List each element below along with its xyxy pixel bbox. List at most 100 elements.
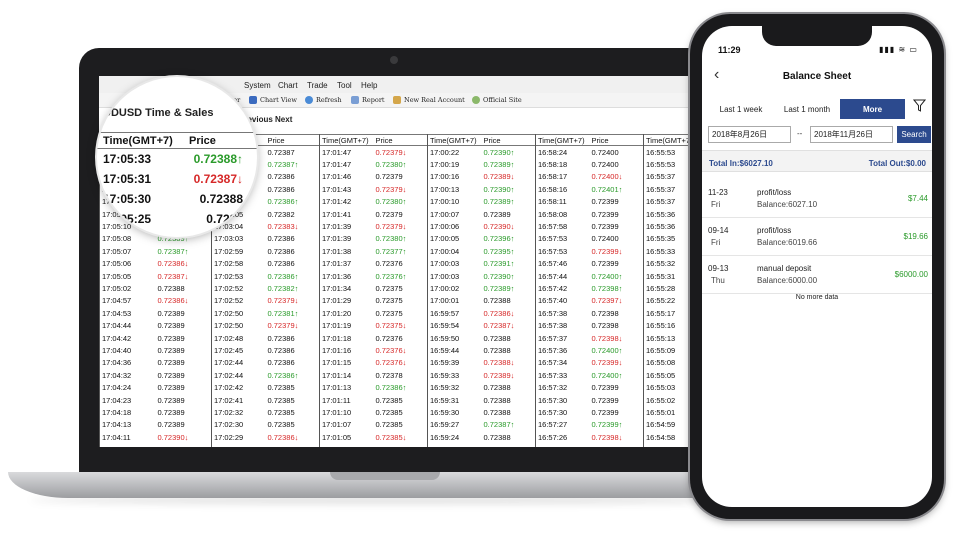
cell-price: 0.72380↑: [374, 197, 428, 206]
cell-price: 0.72386: [266, 172, 320, 181]
menu-system[interactable]: System: [244, 81, 271, 90]
cell-price: 0.72400↑: [590, 346, 644, 355]
price-value: 0.72388: [483, 383, 511, 393]
cell-time: 16:55:32: [646, 259, 676, 269]
date-from-input[interactable]: 2018年8月26日: [708, 126, 791, 143]
price-value: 0.72388: [483, 395, 511, 405]
price-value: 0.72387: [483, 420, 511, 430]
entry-balance: Balance:6027.10: [757, 200, 818, 209]
cell-time: 16:55:17: [646, 308, 676, 318]
table-row: 17:00:13 0.72390↑: [428, 183, 535, 195]
price-value: 0.72390: [483, 222, 511, 232]
price-value: 0.72380: [375, 197, 403, 207]
arrow-up-icon: ↑: [510, 197, 515, 207]
cell-price: 0.72397↓: [590, 296, 644, 305]
price-value: 0.72385: [267, 395, 295, 405]
cell-time: 16:55:37: [646, 197, 676, 207]
arrow-down-icon: ↓: [294, 296, 299, 306]
cell-price: 0.72400: [590, 234, 644, 243]
cell-price: 0.72386↑: [374, 383, 428, 392]
new-account-label: New Real Account: [404, 96, 465, 104]
official-site-button[interactable]: Official Site: [472, 96, 522, 104]
arrow-down-icon: ↓: [618, 358, 623, 368]
table-row: 17:04:44 0.72389: [100, 319, 211, 331]
table-row: 17:02:48 0.72386: [212, 332, 319, 344]
table-row: 17:05:05 0.72387↓: [100, 270, 211, 282]
price-value: 0.72383: [267, 222, 295, 232]
arrow-up-icon: ↑: [618, 184, 623, 194]
price-value: 0.72390: [157, 432, 185, 442]
cell-time: 16:57:38: [538, 308, 568, 318]
price-value: 0.72389: [483, 283, 511, 293]
price-value: 0.72376: [375, 358, 403, 368]
menu-chart[interactable]: Chart: [278, 81, 298, 90]
price-value: 0.72399: [591, 246, 619, 256]
chart-view-button[interactable]: Chart View: [249, 96, 297, 104]
table-row: 17:05:07 0.72387↑: [100, 245, 211, 257]
table-row: 16:57:30 0.72399: [536, 406, 643, 418]
tab-last-week[interactable]: Last 1 week: [710, 99, 772, 119]
sales-column: Time(GMT+7) 16:55:53 16:55:53 16:55:37 16:55…: [643, 134, 692, 447]
cell-time: 16:59:32: [430, 383, 460, 393]
entry-date: 09-13: [708, 264, 729, 273]
cell-time: 17:05:06: [102, 259, 132, 269]
cell-time: 16:57:42: [538, 283, 568, 293]
arrow-up-icon: ↑: [618, 370, 623, 380]
table-row: 17:04:24 0.72389: [100, 381, 211, 393]
table-row: 16:59:54 0.72387↓: [428, 319, 535, 331]
cell-time: 16:57:38: [538, 321, 568, 331]
column-header: Time(GMT+7): [644, 134, 692, 146]
cell-price: 0.72386↑: [266, 272, 320, 281]
arrow-up-icon: ↑: [402, 160, 407, 170]
cell-price: 0.72386: [266, 358, 320, 367]
search-button[interactable]: Search: [897, 126, 931, 143]
header-price: Price: [267, 135, 285, 145]
menu-trade[interactable]: Trade: [307, 81, 328, 90]
table-row: 16:59:39 0.72388↓: [428, 357, 535, 369]
cell-price: 0.72400: [590, 148, 644, 157]
cell-time: 17:01:16: [322, 345, 352, 355]
cell-price: 0.72399: [590, 408, 644, 417]
tab-more[interactable]: More: [840, 99, 905, 119]
new-account-button[interactable]: New Real Account: [393, 96, 465, 104]
table-row: 16:54:59: [644, 419, 692, 431]
cell-price: 0.72389: [156, 408, 212, 417]
table-row: 16:58:18 0.72400: [536, 158, 643, 170]
magnifier-time: 17:05:25: [103, 212, 152, 226]
table-row: 16:55:01: [644, 406, 692, 418]
entry-date: 11-23: [708, 188, 728, 197]
table-row: 16:55:17: [644, 307, 692, 319]
cell-price: 0.72376↓: [374, 346, 428, 355]
arrow-up-icon: ↑: [510, 420, 515, 430]
table-row: 17:02:32 0.72385: [212, 406, 319, 418]
price-value: 0.72389: [157, 358, 185, 368]
tab-last-month[interactable]: Last 1 month: [776, 99, 838, 119]
table-row: 16:57:38 0.72398: [536, 319, 643, 331]
table-row: 16:59:30 0.72388: [428, 406, 535, 418]
cell-time: 16:55:16: [646, 321, 676, 331]
refresh-button[interactable]: Refresh: [305, 96, 342, 104]
entry-day: Fri: [711, 200, 721, 209]
cell-time: 16:55:28: [646, 283, 676, 293]
cell-time: 17:01:10: [322, 407, 352, 417]
list-item[interactable]: 11-23 Fri profit/loss Balance:6027.10 $7…: [702, 180, 932, 218]
cell-price: 0.72399: [590, 383, 644, 392]
menu-tool[interactable]: Tool: [337, 81, 352, 90]
table-row: 17:00:10 0.72389↑: [428, 196, 535, 208]
filter-icon[interactable]: [912, 99, 927, 115]
cell-price: 0.72387↑: [156, 247, 212, 256]
price-value: 0.72385: [375, 395, 403, 405]
cell-time: 17:00:19: [430, 160, 460, 170]
price-value: 0.72400: [591, 345, 619, 355]
table-row: 17:01:38 0.72377↑: [320, 245, 427, 257]
menu-help[interactable]: Help: [361, 81, 377, 90]
date-to-input[interactable]: 2018年11月26日: [810, 126, 893, 143]
list-item[interactable]: 09-14 Fri profit/loss Balance:6019.66 $1…: [702, 218, 932, 256]
price-value: 0.72375: [375, 283, 403, 293]
table-row: 17:01:46 0.72379: [320, 171, 427, 183]
filter-icon-svg: [912, 99, 927, 112]
list-item[interactable]: 09-13 Thu manual deposit Balance:6000.00…: [702, 256, 932, 294]
table-row: 16:58:11 0.72399: [536, 196, 643, 208]
cell-price: 0.72379↓: [374, 222, 428, 231]
report-button[interactable]: Report: [351, 96, 385, 104]
